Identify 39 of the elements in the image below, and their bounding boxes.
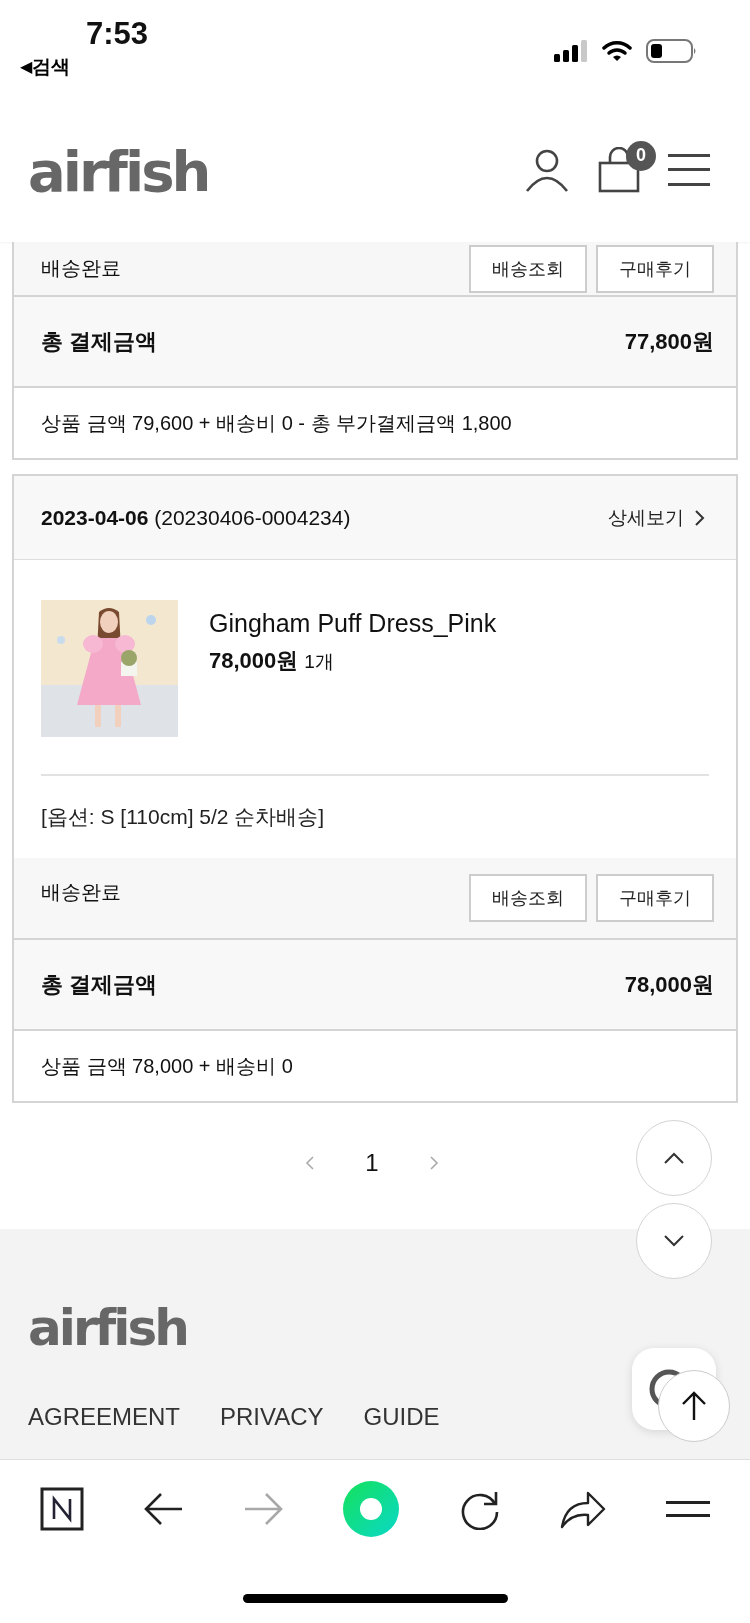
chevron-down-icon [663, 1234, 685, 1248]
cart-count-badge: 0 [626, 140, 656, 171]
order-date-number: 2023-04-06 (20230406-0004234) [41, 505, 351, 530]
chevron-up-icon [663, 1151, 685, 1165]
footer-link[interactable]: GUIDE [363, 1403, 440, 1431]
price-summary: 상품 금액 78,000 + 배송비 0 [41, 1053, 293, 1079]
status-time: 7:53 [86, 15, 149, 53]
detail-link[interactable]: 상세보기 [608, 504, 706, 531]
total-amount: 77,800원 [624, 327, 714, 356]
chevron-right-icon [694, 508, 706, 527]
total-label: 총 결제금액 [41, 327, 158, 356]
option-text: [옵션: S [110cm] 5/2 순차배송] [41, 804, 326, 830]
footer-link[interactable]: PRIVACY [220, 1403, 324, 1431]
battery-icon [646, 39, 698, 63]
arrow-up-icon [681, 1390, 707, 1422]
order-action-button[interactable]: 배송조회 [469, 874, 587, 922]
menu-icon[interactable] [665, 1499, 710, 1519]
footer-logo: airfish [28, 1301, 188, 1355]
total-label: 총 결제금액 [41, 970, 158, 999]
order-action-button[interactable]: 구매후기 [596, 874, 714, 922]
signal-icon [554, 40, 588, 62]
page-number[interactable]: 1 [365, 1149, 379, 1177]
share-arrow-icon[interactable] [560, 1489, 607, 1529]
site-logo[interactable]: airfish [28, 141, 209, 202]
delivery-status: 배송완료 [41, 879, 121, 905]
product-price: 78,000원 [209, 647, 299, 675]
delivery-status: 배송완료 [41, 256, 121, 281]
back-to-search-link[interactable]: ◀검색 [20, 54, 149, 80]
product-name[interactable]: Gingham Puff Dress_Pink [209, 608, 497, 638]
footer-link[interactable]: AGREEMENT [28, 1403, 180, 1431]
order-action-button[interactable]: 배송조회 [469, 244, 587, 293]
menu-icon[interactable] [668, 151, 710, 188]
n-box-icon[interactable] [40, 1487, 84, 1531]
back-arrow-icon[interactable] [143, 1492, 184, 1526]
wifi-icon [602, 40, 632, 62]
price-summary: 상품 금액 79,600 + 배송비 0 - 총 부가결제금액 1,800 [41, 410, 512, 436]
order-action-button[interactable]: 구매후기 [596, 244, 714, 293]
product-quantity: 1개 [304, 650, 334, 674]
total-amount: 78,000원 [624, 970, 714, 999]
